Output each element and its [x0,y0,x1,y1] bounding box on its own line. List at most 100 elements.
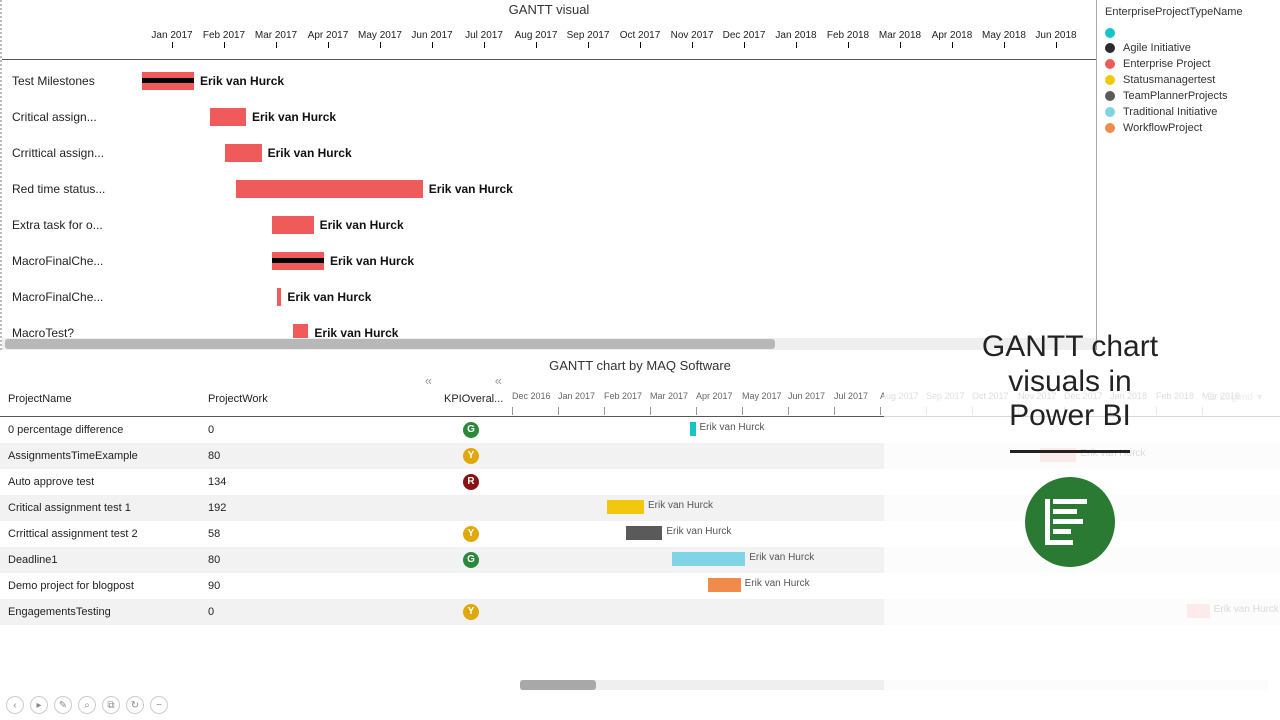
legend-item[interactable] [1105,28,1272,38]
gantt-row: Extra task for o...Erik van Hurck [2,208,1096,244]
gantt-row: Crrittical assign...Erik van Hurck [2,136,1096,172]
timeline-month-label: Apr 2017 [308,30,349,41]
collapse-cell: « [400,387,436,417]
project-name-cell: Demo project for blogpost [0,573,200,599]
project-work-cell: 80 [200,443,400,469]
legend-item[interactable]: Agile Initiative [1105,42,1272,54]
legend-item[interactable]: Statusmanagertest [1105,74,1272,86]
kpi-cell [436,495,506,521]
timeline-month-label: Jan 2017 [151,30,192,41]
kpi-badge: Y [463,448,479,464]
legend-item[interactable]: WorkflowProject [1105,122,1272,134]
edit-icon[interactable]: ✎ [54,696,72,714]
task-label: Extra task for o... [12,218,103,232]
project-work-cell: 90 [200,573,400,599]
kpi-badge: R [463,474,479,490]
copy-icon[interactable]: ⧉ [102,696,120,714]
project-name-cell: Critical assignment test 1 [0,495,200,521]
task-label: MacroFinalChe... [12,254,103,268]
task-bar[interactable] [225,144,261,162]
legend-swatch [1105,43,1115,53]
task-assignee: Erik van Hurck [200,74,284,88]
column-header[interactable]: KPIOveral...« [436,387,506,417]
timeline-month-label: Jul 2017 [834,391,868,401]
prev-page-button[interactable]: ‹ [6,696,24,714]
legend-swatch [1105,75,1115,85]
collapse-icon[interactable]: « [495,373,502,388]
task-label: Red time status... [12,182,105,196]
scrollbar-thumb[interactable] [5,339,775,349]
column-header[interactable]: ProjectWork [200,387,400,417]
play-button[interactable]: ▸ [30,696,48,714]
zoom-icon[interactable]: ⌕ [78,696,96,714]
task-bar[interactable] [607,500,644,514]
spacer-cell [400,495,436,521]
legend-label: TeamPlannerProjects [1123,90,1228,102]
gantt-row: Test MilestonesErik van Hurck [2,64,1096,100]
task-bar[interactable] [708,578,740,592]
overlay-card: GANTT chart visuals in Power BI [900,330,1240,567]
legend-swatch [1105,91,1115,101]
spacer-cell [400,547,436,573]
kpi-cell: Y [436,443,506,469]
timeline-month-label: Feb 2017 [604,391,642,401]
project-work-cell: 0 [200,599,400,625]
kpi-cell: G [436,547,506,573]
column-header[interactable]: ProjectName [0,387,200,417]
collapse-icon[interactable]: « [425,373,432,388]
task-assignee: Erik van Hurck [666,526,731,537]
kpi-badge: Y [463,604,479,620]
gantt-visual-rows: Test MilestonesErik van HurckCritical as… [2,64,1096,352]
gantt-visual-title: GANTT visual [2,0,1096,17]
timeline-month-label: Jan 2017 [558,391,595,401]
gantt-row: Critical assign...Erik van Hurck [2,100,1096,136]
legend-label: Agile Initiative [1123,42,1191,54]
timeline-month-label: Nov 2017 [671,30,714,41]
overlay-line3: Power BI [900,399,1240,434]
timeline-month-label: Jun 2017 [411,30,452,41]
timeline-month-label: Jul 2017 [465,30,503,41]
kpi-badge: Y [463,526,479,542]
task-bar[interactable] [626,526,663,540]
timeline-month-label: Dec 2017 [723,30,766,41]
project-name-cell: EngagementsTesting [0,599,200,625]
legend-item[interactable]: TeamPlannerProjects [1105,90,1272,102]
gantt-visual-panel: GANTT visual Jan 2017 Feb 2017 Mar 2017 Apr… [0,0,1096,350]
legend-label: Traditional Initiative [1123,106,1217,118]
task-bar[interactable] [690,422,696,436]
timeline-month-label: Oct 2017 [620,30,661,41]
legend-swatch [1105,28,1115,38]
gantt-row: MacroFinalChe...Erik van Hurck [2,244,1096,280]
project-name-cell: Crrittical assignment test 2 [0,521,200,547]
timeline-month-label: Feb 2017 [203,30,245,41]
task-bar[interactable] [236,180,423,198]
legend-item[interactable]: Enterprise Project [1105,58,1272,70]
task-bar[interactable] [277,288,281,306]
task-bar[interactable] [210,108,246,126]
refresh-icon[interactable]: ↻ [126,696,144,714]
kpi-cell: Y [436,521,506,547]
timeline-month-label: Sep 2017 [567,30,610,41]
minus-icon[interactable]: − [150,696,168,714]
legend-item[interactable]: Traditional Initiative [1105,106,1272,118]
timeline-month-label: Jan 2018 [775,30,816,41]
view-toolbar: ‹ ▸ ✎ ⌕ ⧉ ↻ − [6,696,168,714]
kpi-cell: R [436,469,506,495]
overlay-line2: visuals in [900,365,1240,400]
task-bar[interactable] [672,552,746,566]
legend-label: Enterprise Project [1123,58,1210,70]
legend-swatch [1105,123,1115,133]
legend-swatch [1105,59,1115,69]
spacer-cell [400,443,436,469]
kpi-badge: G [463,552,479,568]
task-assignee: Erik van Hurck [700,422,765,433]
scrollbar-thumb[interactable] [520,680,596,690]
task-bar[interactable] [272,216,314,234]
gantt-row: MacroFinalChe... Erik van Hurck [2,280,1096,316]
task-label: MacroFinalChe... [12,290,103,304]
task-assignee: Erik van Hurck [287,290,371,304]
timeline-month-label: Jun 2018 [1035,30,1076,41]
task-assignee: Erik van Hurck [268,146,352,160]
timeline-month-label: Apr 2017 [696,391,733,401]
timeline-month-label: Mar 2017 [255,30,297,41]
